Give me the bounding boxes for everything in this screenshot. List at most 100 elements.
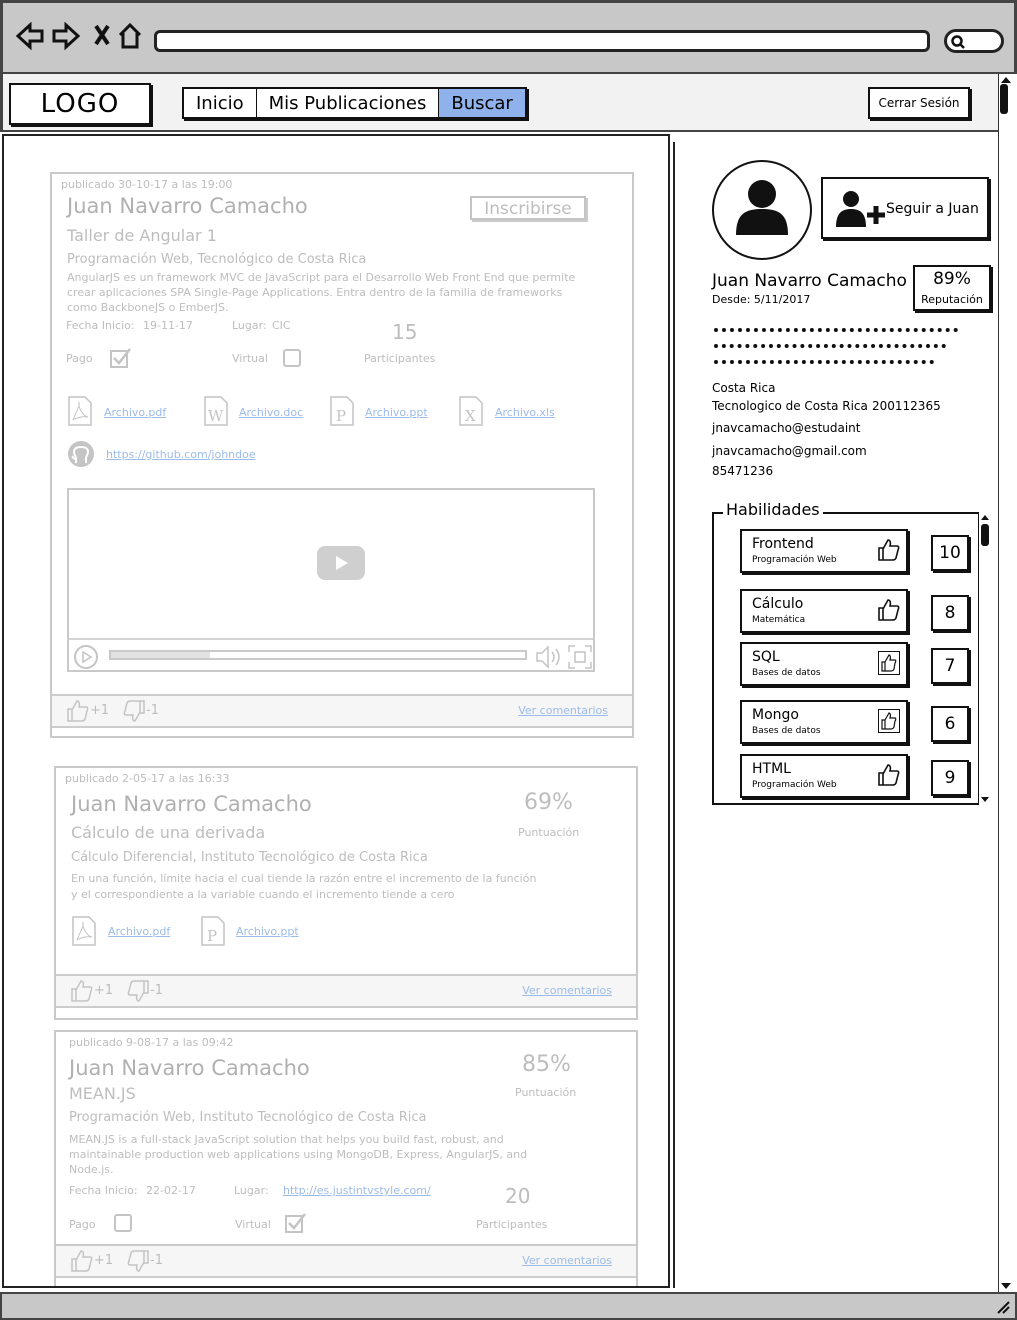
- bio-scribble: [714, 328, 958, 336]
- skill-count: 6: [931, 706, 969, 742]
- svg-text:W: W: [208, 407, 224, 425]
- participants-count: 15: [392, 320, 418, 344]
- logout-button[interactable]: Cerrar Sesión: [868, 87, 970, 119]
- file-link-pdf[interactable]: Archivo.pdf: [108, 925, 170, 938]
- publications-feed: publicado 30-10-17 a las 19:00 Juan Nava…: [2, 134, 670, 1288]
- pdf-file-icon: [68, 396, 92, 426]
- pdf-file-icon: [72, 916, 96, 946]
- tab-buscar[interactable]: Buscar: [439, 89, 525, 117]
- skill-card-html[interactable]: HTML Programación Web: [740, 754, 908, 798]
- likes-count: +1: [94, 1253, 114, 1268]
- virtual-checkbox[interactable]: [283, 349, 303, 369]
- skill-card-calculo[interactable]: Cálculo Matemática: [740, 589, 908, 633]
- post-actions: +1 -1 Ver comentarios: [52, 694, 632, 728]
- thumbs-up-icon[interactable]: [878, 763, 900, 787]
- score-label: Puntuación: [518, 826, 580, 839]
- pago-checkbox[interactable]: [114, 1214, 134, 1234]
- volume-icon[interactable]: [535, 644, 563, 670]
- thumbs-down-icon[interactable]: [126, 1249, 150, 1273]
- skill-name: Mongo: [752, 707, 799, 723]
- skill-card-sql[interactable]: SQL Bases de datos: [740, 642, 908, 686]
- subscribe-button[interactable]: Inscribirse: [470, 196, 586, 220]
- add-user-icon: [836, 191, 885, 227]
- post-score: 85%: [522, 1052, 571, 1077]
- file-link-pdf[interactable]: Archivo.pdf: [104, 406, 166, 419]
- video-play-icon[interactable]: [73, 644, 99, 670]
- file-link-ppt[interactable]: Archivo.ppt: [365, 406, 428, 419]
- browser-search-box[interactable]: [944, 29, 1004, 53]
- follow-button[interactable]: Seguir a Juan: [821, 177, 989, 239]
- comments-link[interactable]: Ver comentarios: [518, 704, 608, 717]
- skill-area: Bases de datos: [752, 668, 821, 678]
- skill-area: Bases de datos: [752, 726, 821, 736]
- post-title: Cálculo de una derivada: [71, 823, 266, 842]
- profile-name: Juan Navarro Camacho: [712, 271, 907, 291]
- comments-link[interactable]: Ver comentarios: [522, 1254, 612, 1267]
- tab-mis-publicaciones[interactable]: Mis Publicaciones: [257, 89, 440, 117]
- file-link-xls[interactable]: Archivo.xls: [495, 406, 555, 419]
- file-link-ppt[interactable]: Archivo.ppt: [236, 925, 299, 938]
- place: CIC: [272, 319, 291, 332]
- pago-checkbox[interactable]: [110, 348, 132, 368]
- skill-count: 9: [931, 760, 969, 796]
- thumbs-down-icon[interactable]: [126, 979, 150, 1003]
- participants-label: Participantes: [364, 352, 436, 365]
- place[interactable]: http://es.justintvstyle.com/: [283, 1184, 431, 1197]
- skills-title: Habilidades: [723, 500, 823, 519]
- svg-text:P: P: [207, 927, 217, 945]
- thumbs-up-boxed-icon[interactable]: [878, 709, 900, 733]
- thumbs-up-icon[interactable]: [66, 699, 90, 723]
- close-x-icon[interactable]: [94, 24, 110, 46]
- skills-scroll-thumb[interactable]: [981, 524, 989, 546]
- address-bar[interactable]: [154, 30, 930, 52]
- post-author[interactable]: Juan Navarro Camacho: [69, 1056, 310, 1080]
- reputation-box: 89% Reputación: [913, 265, 991, 311]
- play-button-icon[interactable]: [317, 546, 365, 580]
- dislikes-count: -1: [150, 1253, 163, 1268]
- resize-grip-icon[interactable]: [995, 1300, 1011, 1314]
- vertical-scrollbar[interactable]: [998, 74, 1014, 1292]
- skill-name: SQL: [752, 649, 780, 665]
- skill-card-mongo[interactable]: Mongo Bases de datos: [740, 700, 908, 744]
- scroll-up-icon[interactable]: [1000, 76, 1012, 84]
- thumbs-up-boxed-icon[interactable]: [878, 651, 900, 675]
- phone: 85471236: [712, 464, 774, 478]
- virtual-checkbox[interactable]: [285, 1212, 307, 1234]
- magnifier-icon: [951, 35, 965, 49]
- post-card: publicado 9-08-17 a las 09:42 Juan Navar…: [54, 1030, 638, 1286]
- forward-arrow-icon[interactable]: [52, 22, 81, 51]
- scroll-up-icon[interactable]: [980, 514, 990, 521]
- skill-count: 8: [931, 595, 969, 631]
- scroll-down-icon[interactable]: [980, 796, 990, 803]
- thumbs-up-icon[interactable]: [878, 538, 900, 562]
- tab-inicio[interactable]: Inicio: [184, 89, 257, 117]
- post-title: Taller de Angular 1: [67, 226, 217, 245]
- video-progress-bar[interactable]: [109, 650, 527, 660]
- reputation-label: Reputación: [921, 293, 983, 306]
- comments-link[interactable]: Ver comentarios: [522, 984, 612, 997]
- skill-card-frontend[interactable]: Frontend Programación Web: [740, 529, 908, 573]
- back-arrow-icon[interactable]: [15, 22, 44, 51]
- video-player[interactable]: [67, 488, 595, 672]
- student-id: 200112365: [872, 399, 941, 413]
- file-link-doc[interactable]: Archivo.doc: [239, 406, 303, 419]
- scroll-down-icon[interactable]: [1000, 1282, 1012, 1290]
- score-label: Puntuación: [515, 1086, 577, 1099]
- home-icon[interactable]: [118, 22, 142, 49]
- post-author[interactable]: Juan Navarro Camacho: [71, 792, 312, 816]
- virtual-label: Virtual: [232, 352, 268, 365]
- skills-scrollbar[interactable]: [978, 512, 992, 805]
- post-category: Programación Web, Tecnológico de Costa R…: [67, 252, 367, 267]
- thumbs-up-icon[interactable]: [878, 598, 900, 622]
- likes-count: +1: [94, 983, 114, 998]
- thumbs-up-icon[interactable]: [70, 979, 94, 1003]
- fullscreen-icon[interactable]: [567, 644, 593, 670]
- thumbs-down-icon[interactable]: [122, 699, 146, 723]
- post-date: publicado 2-05-17 a las 16:33: [65, 772, 230, 785]
- browser-nav-icons: [15, 22, 142, 51]
- post-author[interactable]: Juan Navarro Camacho: [67, 194, 308, 218]
- start-date: 22-02-17: [146, 1184, 196, 1197]
- repo-link[interactable]: https://github.com/johndoe: [106, 448, 256, 461]
- thumbs-up-icon[interactable]: [70, 1249, 94, 1273]
- scrollbar-thumb[interactable]: [1000, 84, 1008, 114]
